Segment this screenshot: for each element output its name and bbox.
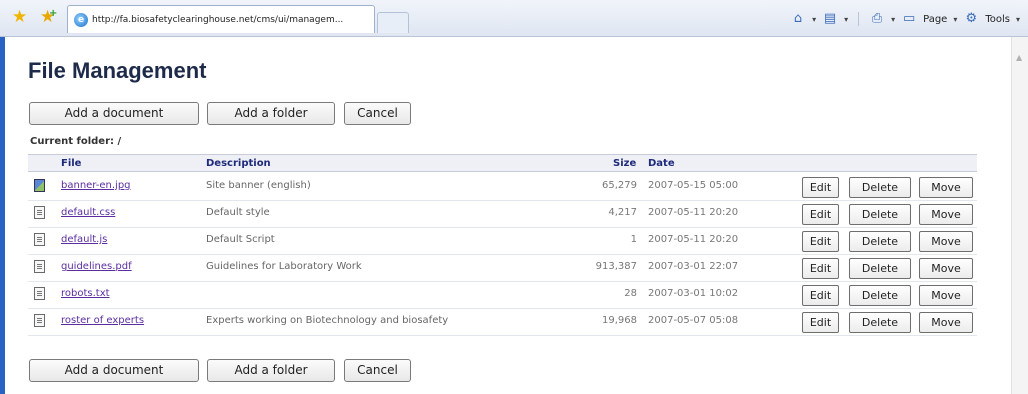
file-description: Guidelines for Laboratory Work [206, 261, 362, 272]
page-title: File Management [28, 58, 207, 83]
file-size: 65,279 [602, 180, 637, 191]
delete-button[interactable]: Delete [849, 204, 911, 225]
ie-page-icon: e [74, 13, 88, 27]
move-button[interactable]: Move [919, 258, 973, 279]
move-button[interactable]: Move [919, 204, 973, 225]
table-row: robots.txt 28 2007-03-01 10:02 Edit Dele… [28, 282, 977, 309]
file-link[interactable]: default.js [61, 234, 107, 245]
add-document-button[interactable]: Add a document [29, 359, 199, 382]
page-icon[interactable]: ▭ [901, 11, 917, 27]
print-icon[interactable]: ⎙ [869, 11, 885, 27]
home-icon[interactable]: ⌂ [790, 11, 806, 27]
file-link[interactable]: robots.txt [61, 288, 110, 299]
text-file-icon [34, 260, 45, 273]
page-frame-border [0, 37, 5, 394]
chevron-down-icon[interactable]: ▾ [891, 15, 895, 24]
scroll-up-icon[interactable]: ▲ [1016, 53, 1022, 62]
file-link[interactable]: roster of experts [61, 315, 144, 326]
text-file-icon [34, 314, 45, 327]
file-date: 2007-03-01 10:02 [648, 288, 739, 299]
new-tab-button[interactable] [377, 12, 409, 33]
delete-button[interactable]: Delete [849, 312, 911, 333]
edit-button[interactable]: Edit [802, 285, 839, 306]
file-date: 2007-05-11 20:20 [648, 207, 739, 218]
browser-tab[interactable]: e http://fa.biosafetyclearinghouse.net/c… [67, 5, 375, 33]
chevron-down-icon[interactable]: ▾ [953, 15, 957, 24]
file-size: 1 [630, 234, 637, 245]
command-bar: ⌂ ▾ ▤ ▾ ⎙ ▾ ▭ Page ▾ ⚙ Tools ▾ [790, 10, 1020, 28]
move-button[interactable]: Move [919, 231, 973, 252]
move-button[interactable]: Move [919, 285, 973, 306]
current-folder-label: Current folder: / [30, 136, 122, 147]
delete-button[interactable]: Delete [849, 258, 911, 279]
add-folder-button[interactable]: Add a folder [207, 359, 335, 382]
text-file-icon [34, 206, 45, 219]
page-menu[interactable]: Page [923, 14, 947, 25]
file-description: Default style [206, 207, 270, 218]
file-link[interactable]: banner-en.jpg [61, 180, 131, 191]
file-link[interactable]: default.css [61, 207, 115, 218]
file-description: Default Script [206, 234, 275, 245]
file-link[interactable]: guidelines.pdf [61, 261, 132, 272]
cancel-button[interactable]: Cancel [344, 359, 411, 382]
file-date: 2007-03-01 22:07 [648, 261, 739, 272]
file-description: Experts working on Biotechnology and bio… [206, 315, 449, 326]
tools-gear-icon[interactable]: ⚙ [963, 11, 979, 27]
chevron-down-icon[interactable]: ▾ [812, 15, 816, 24]
file-table-header: File Description Size Date [28, 154, 977, 172]
feeds-icon[interactable]: ▤ [822, 11, 838, 27]
column-header-file[interactable]: File [61, 158, 81, 169]
move-button[interactable]: Move [919, 312, 973, 333]
file-size: 28 [624, 288, 637, 299]
edit-button[interactable]: Edit [802, 177, 839, 198]
column-header-size[interactable]: Size [613, 158, 636, 169]
tab-url: http://fa.biosafetyclearinghouse.net/cms… [92, 15, 344, 25]
column-header-description[interactable]: Description [206, 158, 271, 169]
file-size: 913,387 [595, 261, 637, 272]
column-header-date[interactable]: Date [648, 158, 675, 169]
edit-button[interactable]: Edit [802, 204, 839, 225]
move-button[interactable]: Move [919, 177, 973, 198]
file-date: 2007-05-15 05:00 [648, 180, 739, 191]
text-file-icon [34, 287, 45, 300]
tools-menu[interactable]: Tools [985, 14, 1010, 25]
table-row: guidelines.pdf Guidelines for Laboratory… [28, 255, 977, 282]
chevron-down-icon[interactable]: ▾ [1016, 15, 1020, 24]
add-favorite-icon[interactable]: ★ + [40, 8, 57, 26]
image-file-icon [34, 179, 45, 192]
vertical-scrollbar[interactable]: ▲ [1011, 37, 1028, 394]
file-description: Site banner (english) [206, 180, 311, 191]
file-date: 2007-05-07 05:08 [648, 315, 739, 326]
edit-button[interactable]: Edit [802, 231, 839, 252]
file-date: 2007-05-11 20:20 [648, 234, 739, 245]
toolbar-divider [858, 12, 860, 26]
delete-button[interactable]: Delete [849, 285, 911, 306]
table-row: default.css Default style 4,217 2007-05-… [28, 201, 977, 228]
file-size: 19,968 [602, 315, 637, 326]
table-row: roster of experts Experts working on Bio… [28, 309, 977, 336]
chevron-down-icon[interactable]: ▾ [844, 15, 848, 24]
delete-button[interactable]: Delete [849, 231, 911, 252]
table-row: banner-en.jpg Site banner (english) 65,2… [28, 174, 977, 201]
table-row: default.js Default Script 1 2007-05-11 2… [28, 228, 977, 255]
file-size: 4,217 [608, 207, 637, 218]
edit-button[interactable]: Edit [802, 258, 839, 279]
cancel-button[interactable]: Cancel [344, 102, 411, 125]
favorites-star-icon[interactable]: ★ [12, 9, 27, 26]
add-folder-button[interactable]: Add a folder [207, 102, 335, 125]
text-file-icon [34, 233, 45, 246]
add-document-button[interactable]: Add a document [29, 102, 199, 125]
browser-toolbar: ★ ★ + e http://fa.biosafetyclearinghouse.… [0, 0, 1028, 37]
delete-button[interactable]: Delete [849, 177, 911, 198]
edit-button[interactable]: Edit [802, 312, 839, 333]
